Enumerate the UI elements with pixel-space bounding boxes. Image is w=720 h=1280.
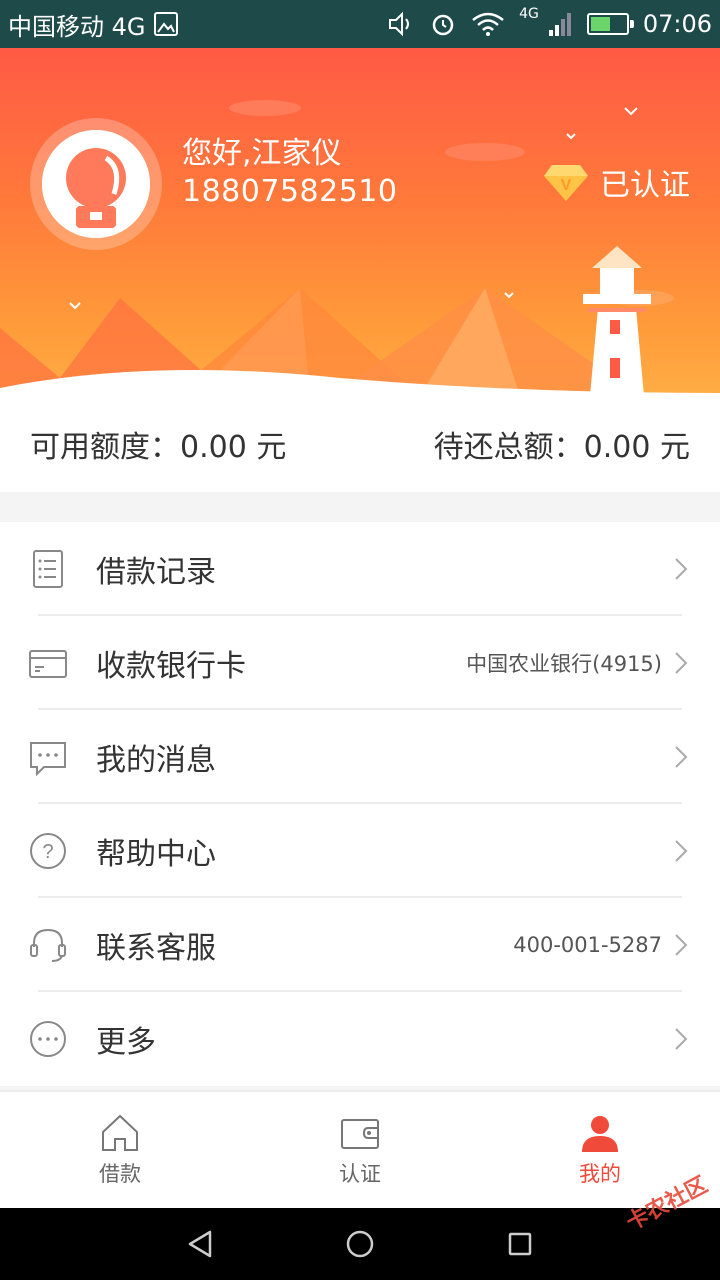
chevron-right-icon — [675, 746, 688, 768]
menu-item-more[interactable]: 更多 — [0, 992, 720, 1086]
help-icon: ? — [30, 833, 66, 869]
nav-tab-verify[interactable]: 认证 — [240, 1092, 480, 1208]
verified-label: 已认证 — [600, 168, 690, 203]
menu-item-messages[interactable]: 我的消息 — [0, 710, 720, 804]
nav-label: 认证 — [339, 1162, 381, 1186]
back-icon[interactable] — [182, 1226, 218, 1262]
home-icon — [102, 1114, 138, 1151]
status-bar: 中国移动 4G 4G 07:06 — [0, 0, 720, 48]
menu-item-customer-service[interactable]: 联系客服 400-001-5287 — [0, 898, 720, 992]
due-value: 0.00 元 — [583, 430, 690, 465]
menu-label: 借款记录 — [96, 555, 216, 590]
menu-label: 我的消息 — [96, 743, 216, 778]
available-value: 0.00 元 — [180, 430, 287, 465]
bottom-nav: 借款 认证 我的 — [0, 1090, 720, 1208]
svg-text:?: ? — [42, 841, 53, 863]
network-badge: 4G — [519, 6, 539, 22]
avatar[interactable] — [30, 118, 162, 250]
wallet-icon — [341, 1119, 379, 1149]
chevron-right-icon — [675, 934, 688, 956]
nav-label: 借款 — [99, 1162, 141, 1186]
menu-item-bank-card[interactable]: 收款银行卡 中国农业银行(4915) — [0, 616, 720, 710]
carrier-label: 中国移动 4G — [8, 12, 146, 41]
headset-icon — [30, 928, 66, 962]
status-time: 07:06 — [642, 10, 712, 38]
menu-label: 更多 — [96, 1025, 156, 1060]
user-icon — [582, 1116, 618, 1152]
menu-extra-phone: 400-001-5287 — [513, 933, 662, 957]
user-phone: 18807582510 — [182, 174, 398, 209]
battery-fill — [590, 17, 610, 31]
diamond-v-icon: V — [544, 165, 588, 201]
chevron-right-icon — [675, 1028, 688, 1050]
nav-label: 我的 — [579, 1162, 621, 1186]
wifi-icon — [472, 12, 504, 36]
profile-header: 您好,江家仪 18807582510 V 已认证 — [0, 48, 720, 396]
due-total: 待还总额： 0.00 元 — [434, 422, 690, 466]
available-label: 可用额度： — [30, 430, 180, 465]
menu-label: 收款银行卡 — [96, 649, 246, 684]
chevron-right-icon — [675, 652, 688, 674]
bank-card-icon — [29, 650, 67, 678]
message-icon — [30, 742, 66, 777]
menu-label: 帮助中心 — [96, 837, 216, 872]
list-record-icon — [33, 550, 63, 588]
available-credit: 可用额度： 0.00 元 — [30, 422, 286, 466]
balance-bar: 可用额度： 0.00 元 待还总额： 0.00 元 — [0, 396, 720, 492]
menu-item-help-center[interactable]: ? 帮助中心 — [0, 804, 720, 898]
nav-tab-loan[interactable]: 借款 — [0, 1092, 240, 1208]
verified-badge[interactable]: V 已认证 — [544, 160, 690, 204]
svg-text:V: V — [561, 177, 572, 194]
user-greeting: 您好,江家仪 — [182, 136, 342, 171]
volume-icon — [389, 11, 410, 37]
image-icon — [153, 12, 178, 36]
android-nav-bar — [0, 1208, 720, 1280]
menu-list: 借款记录 收款银行卡 中国农业银行(4915) 我的消息 ? 帮助中心 联系客服… — [0, 522, 720, 1086]
battery-icon — [586, 13, 634, 35]
signal-icon — [548, 13, 571, 36]
chevron-right-icon — [675, 840, 688, 862]
due-label: 待还总额： — [433, 430, 584, 465]
alarm-icon — [432, 14, 454, 36]
avatar-icon — [42, 130, 150, 238]
menu-label: 联系客服 — [96, 931, 216, 966]
menu-extra-bank: 中国农业银行(4915) — [466, 652, 662, 676]
more-icon — [30, 1021, 66, 1057]
chevron-right-icon — [675, 558, 688, 580]
home-circle-icon[interactable] — [342, 1226, 378, 1262]
recents-icon[interactable] — [502, 1226, 538, 1262]
menu-item-loan-records[interactable]: 借款记录 — [0, 522, 720, 616]
